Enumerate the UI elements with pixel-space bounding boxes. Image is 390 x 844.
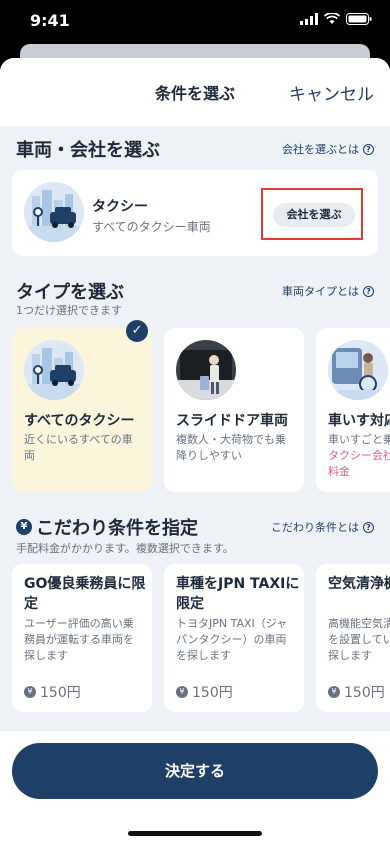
- slide-door-photo: [176, 340, 236, 400]
- price-label: 150円: [192, 685, 233, 701]
- type-name: 車いす対応: [328, 413, 390, 429]
- status-bar: 9:41: [0, 0, 390, 44]
- company-help-link[interactable]: 会社を選ぶとは ?: [282, 141, 374, 157]
- company-help-label: 会社を選ぶとは: [282, 143, 359, 156]
- yen-icon: ¥: [24, 686, 36, 698]
- price-label: 150円: [344, 685, 385, 701]
- preference-description: 高機能空気清浄機などを設置している車両を探します: [328, 617, 390, 662]
- preference-card-air-purifier[interactable]: 空気清浄機搭載車両 高機能空気清浄機などを設置している車両を探します ¥ 150…: [316, 564, 390, 712]
- yen-icon: ¥: [176, 686, 188, 698]
- price-label: 150円: [40, 685, 81, 701]
- question-icon: ?: [363, 285, 374, 297]
- type-description: 近くにいるすべての車両: [24, 433, 133, 462]
- type-description: 複数人・大荷物でも乗降りしやすい: [176, 433, 286, 462]
- company-description: すべてのタクシー車両: [92, 220, 211, 234]
- sheet-header: 条件を選ぶ キャンセル: [0, 58, 390, 126]
- preference-price: ¥ 150円: [328, 682, 385, 702]
- type-section-title: タイプを選ぶ: [16, 282, 124, 303]
- type-section-subtitle: 1つだけ選択できます: [16, 304, 122, 317]
- preference-section-title: こだわり条件を指定: [36, 518, 198, 539]
- wifi-icon: [324, 13, 340, 24]
- type-list: すべてのタクシー 近くにいるすべての車両 スライドドア車両 複数人・大荷物でも乗…: [12, 328, 390, 492]
- type-name: すべてのタクシー: [24, 413, 135, 429]
- type-card-all-taxi[interactable]: すべてのタクシー 近くにいるすべての車両: [12, 328, 152, 492]
- type-warning: タクシー会社車両指定料金: [328, 449, 390, 478]
- preference-description: ユーザー評価の高い乗務員が運転する車両を探します: [24, 617, 134, 662]
- company-card: タクシー すべてのタクシー車両 会社を選ぶ: [12, 170, 378, 256]
- taxi-illustration: [24, 182, 84, 242]
- vehicle-type-help-label: 車両タイプとは: [282, 285, 359, 298]
- home-indicator: [128, 831, 262, 836]
- type-card-wheelchair[interactable]: 車いす対応 車いすごと乗 タクシー会社車両指定料金: [316, 328, 390, 492]
- choose-company-button[interactable]: 会社を選ぶ: [273, 203, 355, 227]
- preference-price: ¥ 150円: [24, 682, 81, 702]
- preference-section-subtitle: 手配料金がかかります。複数選択できます。: [16, 542, 234, 555]
- preference-title-group: ¥ こだわり条件を指定: [16, 514, 198, 540]
- preference-help-link[interactable]: こだわり条件とは ?: [271, 519, 374, 535]
- preference-card-jpn-taxi[interactable]: 車種をJPN TAXIに限定 トヨタJPN TAXI（ジャパンタクシー）の車両を…: [164, 564, 304, 712]
- preference-description: トヨタJPN TAXI（ジャパンタクシー）の車両を探します: [176, 617, 288, 662]
- yen-icon: ¥: [16, 519, 32, 535]
- signal-icon: [300, 13, 318, 25]
- selected-check-icon: ✓: [126, 320, 148, 342]
- cancel-button[interactable]: キャンセル: [289, 80, 374, 105]
- taxi-illustration: [24, 340, 84, 400]
- preference-name: 車種をJPN TAXIに限定: [176, 576, 300, 612]
- vehicle-type-help-link[interactable]: 車両タイプとは ?: [282, 283, 374, 299]
- type-section-header: タイプを選ぶ 車両タイプとは ? 1つだけ選択できます: [0, 274, 390, 318]
- vehicle-section-header: 車両・会社を選ぶ 会社を選ぶとは ?: [0, 132, 390, 168]
- question-icon: ?: [363, 143, 374, 155]
- question-icon: ?: [363, 521, 374, 533]
- preference-help-label: こだわり条件とは: [271, 521, 359, 534]
- preference-card-good-driver[interactable]: GO優良乗務員に限定 ユーザー評価の高い乗務員が運転する車両を探します ¥ 15…: [12, 564, 152, 712]
- preference-name: 空気清浄機搭載車両: [328, 576, 390, 592]
- company-name: タクシー: [92, 199, 148, 215]
- preference-price: ¥ 150円: [176, 682, 233, 702]
- yen-icon: ¥: [328, 686, 340, 698]
- type-name: スライドドア車両: [176, 413, 288, 429]
- preference-list: GO優良乗務員に限定 ユーザー評価の高い乗務員が運転する車両を探します ¥ 15…: [12, 564, 390, 712]
- type-card-slide-door[interactable]: スライドドア車両 複数人・大荷物でも乗降りしやすい: [164, 328, 304, 492]
- device-screen: 9:41 条件を選ぶ キャンセル 車両・会社を選ぶ 会社を選ぶとは ? タクシー…: [0, 0, 390, 844]
- preference-name: GO優良乗務員に限定: [24, 576, 146, 612]
- preference-section-header: ¥ こだわり条件を指定 こだわり条件とは ? 手配料金がかかります。複数選択でき…: [0, 510, 390, 556]
- type-description: 車いすごと乗: [328, 433, 390, 446]
- condition-sheet: 条件を選ぶ キャンセル 車両・会社を選ぶ 会社を選ぶとは ? タクシー すべての…: [0, 58, 390, 844]
- battery-icon: [346, 13, 372, 25]
- footer: 決定する: [0, 730, 390, 844]
- vehicle-section-title: 車両・会社を選ぶ: [16, 140, 160, 161]
- status-icons: [300, 13, 372, 25]
- status-time: 9:41: [30, 11, 70, 30]
- submit-button[interactable]: 決定する: [12, 743, 378, 799]
- wheelchair-illustration: [328, 340, 388, 400]
- choose-company-highlight: 会社を選ぶ: [261, 188, 363, 240]
